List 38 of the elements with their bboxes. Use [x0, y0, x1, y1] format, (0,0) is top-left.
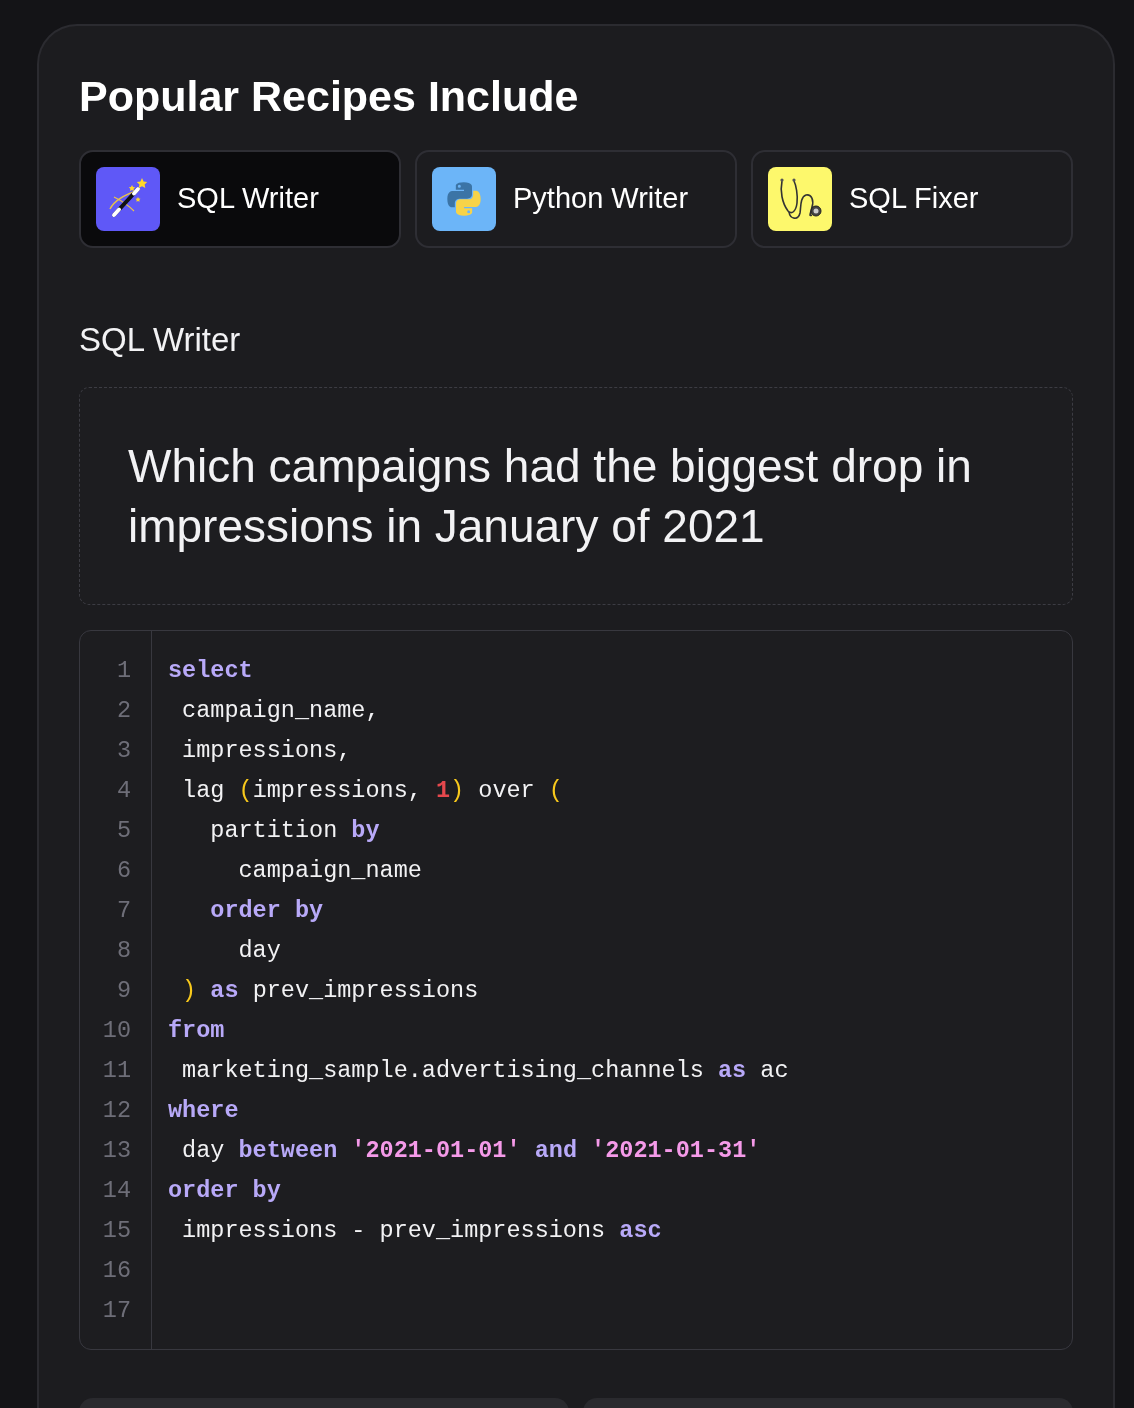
line-number: 4	[116, 776, 131, 806]
line-number: 8	[116, 936, 131, 966]
code-line: impressions,	[181, 736, 352, 766]
recipe-tab[interactable]: SQL Fixer	[751, 150, 1073, 248]
line-number: 17	[102, 1296, 131, 1326]
line-number: 12	[102, 1096, 131, 1126]
line-number: 3	[116, 736, 131, 766]
line-number: 11	[102, 1056, 131, 1086]
code-line: day between '2021-01-01' and '2021-01-31'	[181, 1136, 761, 1166]
code-line: ) as prev_impressions	[181, 976, 479, 1006]
code-line: campaign_name	[237, 856, 422, 886]
code-line: from	[168, 1016, 225, 1046]
line-number: 5	[116, 816, 131, 846]
line-number: 10	[102, 1016, 131, 1046]
code-line: lag (impressions, 1) over (	[181, 776, 563, 806]
line-number: 14	[102, 1176, 131, 1206]
line-number: 16	[102, 1256, 131, 1286]
code-line: campaign_name,	[181, 696, 380, 726]
line-number: 6	[116, 856, 131, 886]
line-number: 13	[102, 1136, 131, 1166]
code-line: select	[168, 656, 253, 686]
line-number: 9	[116, 976, 131, 1006]
line-number: 1	[116, 656, 131, 686]
section-title: Popular Recipes Include	[79, 72, 579, 120]
code-line: day	[237, 936, 281, 966]
line-number: 7	[116, 896, 131, 926]
line-number: 15	[102, 1216, 131, 1246]
recipe-heading: SQL Writer	[79, 320, 241, 360]
recipe-tab[interactable]: SQL Writer	[79, 150, 401, 248]
recipe-tab[interactable]: Python Writer	[415, 150, 737, 248]
code-line: impressions - prev_impressions asc	[181, 1216, 662, 1246]
prompt-text: Which campaigns had the biggest drop in impressions in January of 2021	[128, 439, 973, 554]
code-line: partition by	[209, 816, 380, 846]
code-line: marketing_sample.advertising_channels as ac	[181, 1056, 789, 1086]
code-line: order by	[209, 896, 324, 926]
code-line: where	[168, 1096, 239, 1126]
line-number: 2	[116, 696, 131, 726]
code-line: order by	[168, 1176, 281, 1206]
